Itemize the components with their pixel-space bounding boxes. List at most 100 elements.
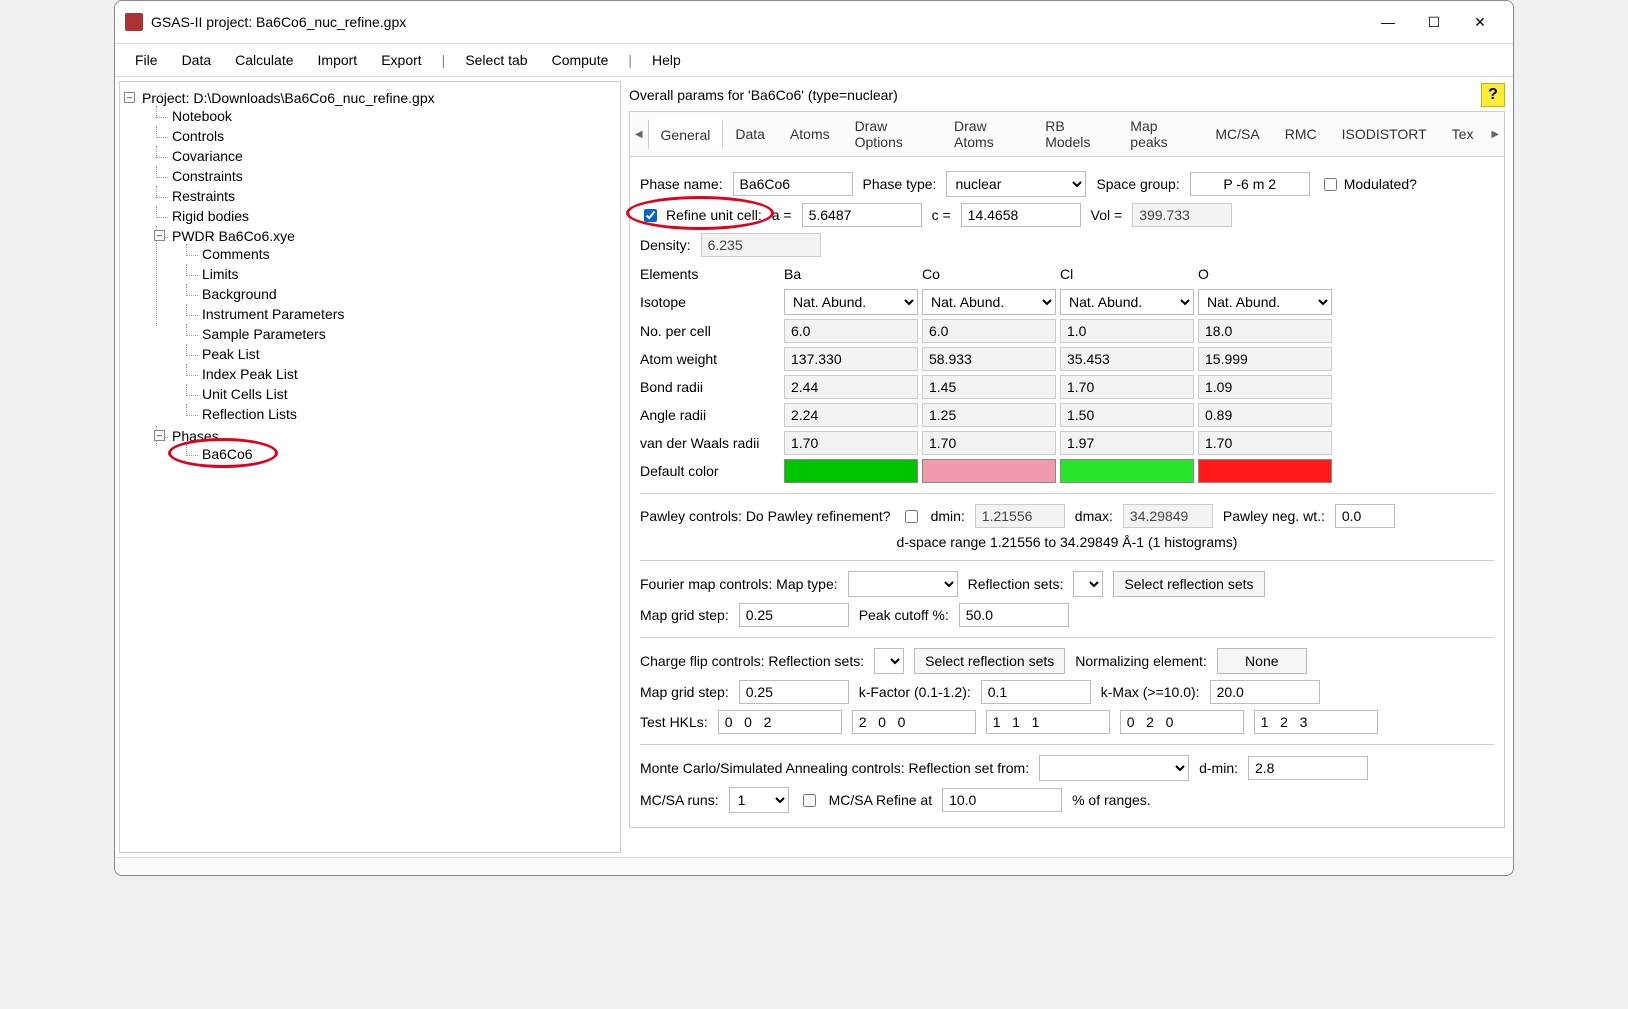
- tree-toggle-icon[interactable]: –: [124, 92, 135, 103]
- ar-value: 1.25: [922, 403, 1056, 427]
- tree-toggle-icon[interactable]: –: [154, 430, 165, 441]
- npc-value: 1.0: [1060, 319, 1194, 343]
- vol-value: 399.733: [1132, 203, 1232, 227]
- br-row-label: Bond radii: [640, 376, 780, 398]
- menu-calculate[interactable]: Calculate: [225, 48, 303, 72]
- mcsa-refl-select[interactable]: [1039, 755, 1189, 781]
- tab-isodistort[interactable]: ISODISTORT: [1330, 120, 1440, 148]
- tree-item[interactable]: Notebook: [172, 108, 232, 124]
- tab-texture[interactable]: Tex: [1440, 120, 1487, 148]
- tree-item[interactable]: Unit Cells List: [202, 386, 288, 402]
- menu-compute[interactable]: Compute: [542, 48, 619, 72]
- mcsa-refine-input[interactable]: [942, 788, 1062, 812]
- tree-item[interactable]: Limits: [202, 266, 239, 282]
- menu-file[interactable]: File: [125, 48, 168, 72]
- tree-item[interactable]: Rigid bodies: [172, 208, 249, 224]
- tab-map-peaks[interactable]: Map peaks: [1118, 112, 1203, 156]
- tab-atoms[interactable]: Atoms: [778, 120, 843, 148]
- help-button[interactable]: ?: [1481, 83, 1505, 107]
- tree-item[interactable]: Peak List: [202, 346, 260, 362]
- isotope-select[interactable]: Nat. Abund.: [784, 289, 918, 315]
- phase-name-input[interactable]: [733, 172, 853, 196]
- phase-type-select[interactable]: nuclear: [946, 171, 1086, 197]
- pawley-range: d-space range 1.21556 to 34.29849 Å-1 (1…: [897, 534, 1238, 550]
- menu-import[interactable]: Import: [308, 48, 368, 72]
- tree-item-pwdr[interactable]: PWDR Ba6Co6.xye: [172, 228, 295, 244]
- flip-hkl-input[interactable]: [852, 710, 976, 734]
- fourier-cutoff-input[interactable]: [959, 603, 1069, 627]
- flip-refl-select[interactable]: [874, 648, 904, 674]
- project-tree[interactable]: – Project: D:\Downloads\Ba6Co6_nuc_refin…: [119, 81, 621, 853]
- flip-kmax-input[interactable]: [1210, 680, 1320, 704]
- tab-mcsa[interactable]: MC/SA: [1203, 120, 1272, 148]
- maximize-button[interactable]: ☐: [1411, 7, 1457, 37]
- fourier-select-refl-button[interactable]: Select reflection sets: [1113, 571, 1264, 597]
- br-value: 2.44: [784, 375, 918, 399]
- flip-norm-label: Normalizing element:: [1075, 653, 1207, 669]
- fourier-refl-select[interactable]: [1073, 571, 1103, 597]
- menu-export[interactable]: Export: [371, 48, 431, 72]
- isotope-select[interactable]: Nat. Abund.: [922, 289, 1056, 315]
- flip-hkl-input[interactable]: [1254, 710, 1378, 734]
- refine-unit-cell-label: Refine unit cell:: [666, 207, 762, 223]
- menu-help[interactable]: Help: [642, 48, 691, 72]
- pawley-checkbox[interactable]: [905, 510, 918, 523]
- tab-scroll-right-icon[interactable]: ▶: [1486, 123, 1504, 146]
- menu-data[interactable]: Data: [172, 48, 222, 72]
- fourier-grid-input[interactable]: [739, 603, 849, 627]
- modulated-checkbox[interactable]: [1324, 178, 1337, 191]
- tree-item[interactable]: Comments: [202, 246, 270, 262]
- flip-hkl-input[interactable]: [1120, 710, 1244, 734]
- minimize-button[interactable]: —: [1365, 7, 1411, 37]
- tab-general[interactable]: General: [648, 119, 724, 149]
- flip-hkl-input[interactable]: [718, 710, 842, 734]
- tab-draw-atoms[interactable]: Draw Atoms: [942, 112, 1033, 156]
- color-swatch[interactable]: [1060, 459, 1194, 483]
- flip-hkl-input[interactable]: [986, 710, 1110, 734]
- menu-select-tab[interactable]: Select tab: [455, 48, 537, 72]
- help-icon: ?: [1488, 86, 1498, 104]
- tree-item[interactable]: Background: [202, 286, 277, 302]
- refine-unit-cell-checkbox[interactable]: [644, 209, 657, 222]
- pawley-dmax-input[interactable]: [1123, 504, 1213, 528]
- tab-rb-models[interactable]: RB Models: [1033, 112, 1118, 156]
- tree-item[interactable]: Controls: [172, 128, 224, 144]
- isotope-select[interactable]: Nat. Abund.: [1060, 289, 1194, 315]
- app-icon: [125, 13, 143, 31]
- flip-kmax-label: k-Max (>=10.0):: [1101, 684, 1200, 700]
- color-swatch[interactable]: [922, 459, 1056, 483]
- tree-item[interactable]: Index Peak List: [202, 366, 298, 382]
- flip-grid-input[interactable]: [739, 680, 849, 704]
- space-group-input[interactable]: [1190, 172, 1310, 196]
- a-input[interactable]: [802, 203, 922, 227]
- tab-draw-options[interactable]: Draw Options: [843, 112, 942, 156]
- mcsa-runs-select[interactable]: 1: [729, 787, 789, 813]
- fourier-maptype-select[interactable]: [848, 571, 958, 597]
- tree-item-phase[interactable]: Ba6Co6: [202, 446, 253, 462]
- tree-item-phases[interactable]: Phases: [172, 428, 219, 444]
- pawley-negwt-input[interactable]: [1335, 504, 1395, 528]
- color-swatch[interactable]: [1198, 459, 1332, 483]
- pawley-dmin-input[interactable]: [975, 504, 1065, 528]
- flip-kf-input[interactable]: [981, 680, 1091, 704]
- tree-item[interactable]: Instrument Parameters: [202, 306, 344, 322]
- tab-scroll-left-icon[interactable]: ◀: [630, 123, 648, 146]
- mcsa-refine-checkbox[interactable]: [803, 794, 816, 807]
- tree-item[interactable]: Restraints: [172, 188, 235, 204]
- mcsa-dmin-input[interactable]: [1248, 756, 1368, 780]
- npc-value: 6.0: [784, 319, 918, 343]
- tree-item[interactable]: Constraints: [172, 168, 243, 184]
- tree-toggle-icon[interactable]: –: [154, 230, 165, 241]
- close-button[interactable]: ✕: [1457, 7, 1503, 37]
- tree-item[interactable]: Sample Parameters: [202, 326, 326, 342]
- tree-item[interactable]: Reflection Lists: [202, 406, 297, 422]
- tab-data[interactable]: Data: [723, 120, 778, 148]
- tree-root[interactable]: Project: D:\Downloads\Ba6Co6_nuc_refine.…: [142, 90, 435, 106]
- c-input[interactable]: [961, 203, 1081, 227]
- tab-rmc[interactable]: RMC: [1273, 120, 1330, 148]
- isotope-select[interactable]: Nat. Abund.: [1198, 289, 1332, 315]
- tree-item[interactable]: Covariance: [172, 148, 243, 164]
- color-swatch[interactable]: [784, 459, 918, 483]
- flip-select-refl-button[interactable]: Select reflection sets: [914, 648, 1065, 674]
- flip-norm-button[interactable]: None: [1217, 648, 1307, 674]
